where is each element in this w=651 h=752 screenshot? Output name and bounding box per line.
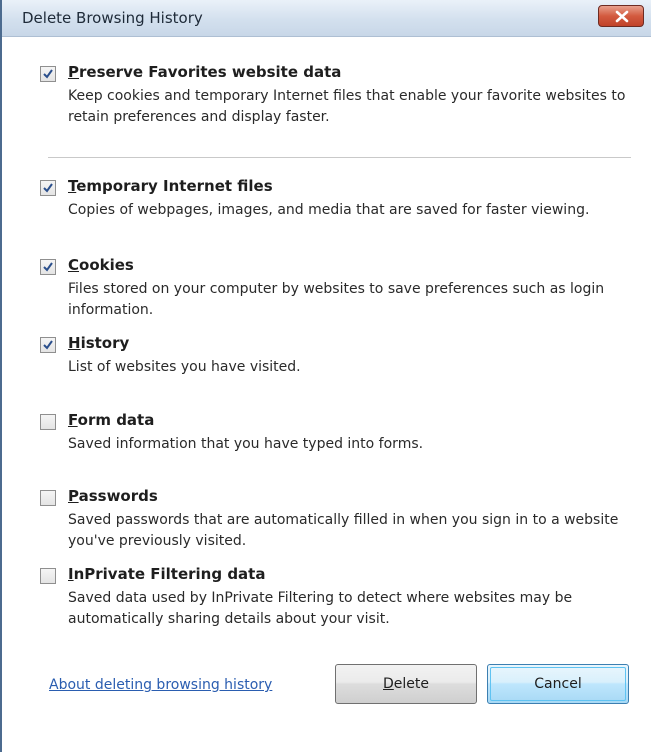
option-label: Form data: [68, 411, 155, 429]
option-description: Saved passwords that are automatically f…: [68, 512, 619, 549]
checkmark-icon: [43, 183, 53, 193]
option-description: List of websites you have visited.: [68, 359, 301, 375]
close-icon: [615, 10, 629, 23]
checkbox-preserve-favorites[interactable]: [40, 66, 56, 82]
option-description: Keep cookies and temporary Internet file…: [68, 88, 626, 125]
title-bar: Delete Browsing History: [2, 0, 651, 37]
window-title: Delete Browsing History: [22, 9, 203, 27]
focus-ring: [490, 667, 626, 701]
option-description: Files stored on your computer by website…: [68, 281, 605, 318]
checkbox-temporary-internet-files[interactable]: [40, 180, 56, 196]
checkbox-passwords[interactable]: [40, 490, 56, 506]
option-label: Preserve Favorites website data: [68, 63, 342, 81]
checkbox-cookies[interactable]: [40, 259, 56, 275]
option-label: Passwords: [68, 487, 158, 505]
option-description: Copies of webpages, images, and media th…: [68, 202, 590, 218]
option-label: InPrivate Filtering data: [68, 565, 266, 583]
option-label: History: [68, 334, 130, 352]
option-label: Temporary Internet files: [68, 177, 273, 195]
checkmark-icon: [43, 262, 53, 272]
option-description: Saved data used by InPrivate Filtering t…: [68, 590, 573, 627]
cancel-button[interactable]: Cancel: [487, 664, 629, 704]
close-button[interactable]: [598, 5, 644, 27]
checkbox-history[interactable]: [40, 337, 56, 353]
checkbox-form-data[interactable]: [40, 414, 56, 430]
checkbox-inprivate-filtering-data[interactable]: [40, 568, 56, 584]
checkmark-icon: [43, 340, 53, 350]
option-label: Cookies: [68, 256, 134, 274]
option-description: Saved information that you have typed in…: [68, 436, 424, 452]
section-divider: [48, 157, 631, 158]
delete-button[interactable]: Delete: [335, 664, 477, 704]
delete-browsing-history-dialog: Delete Browsing History Preserve Favorit…: [0, 0, 651, 752]
checkmark-icon: [43, 69, 53, 79]
about-deleting-history-link[interactable]: About deleting browsing history: [49, 677, 272, 693]
